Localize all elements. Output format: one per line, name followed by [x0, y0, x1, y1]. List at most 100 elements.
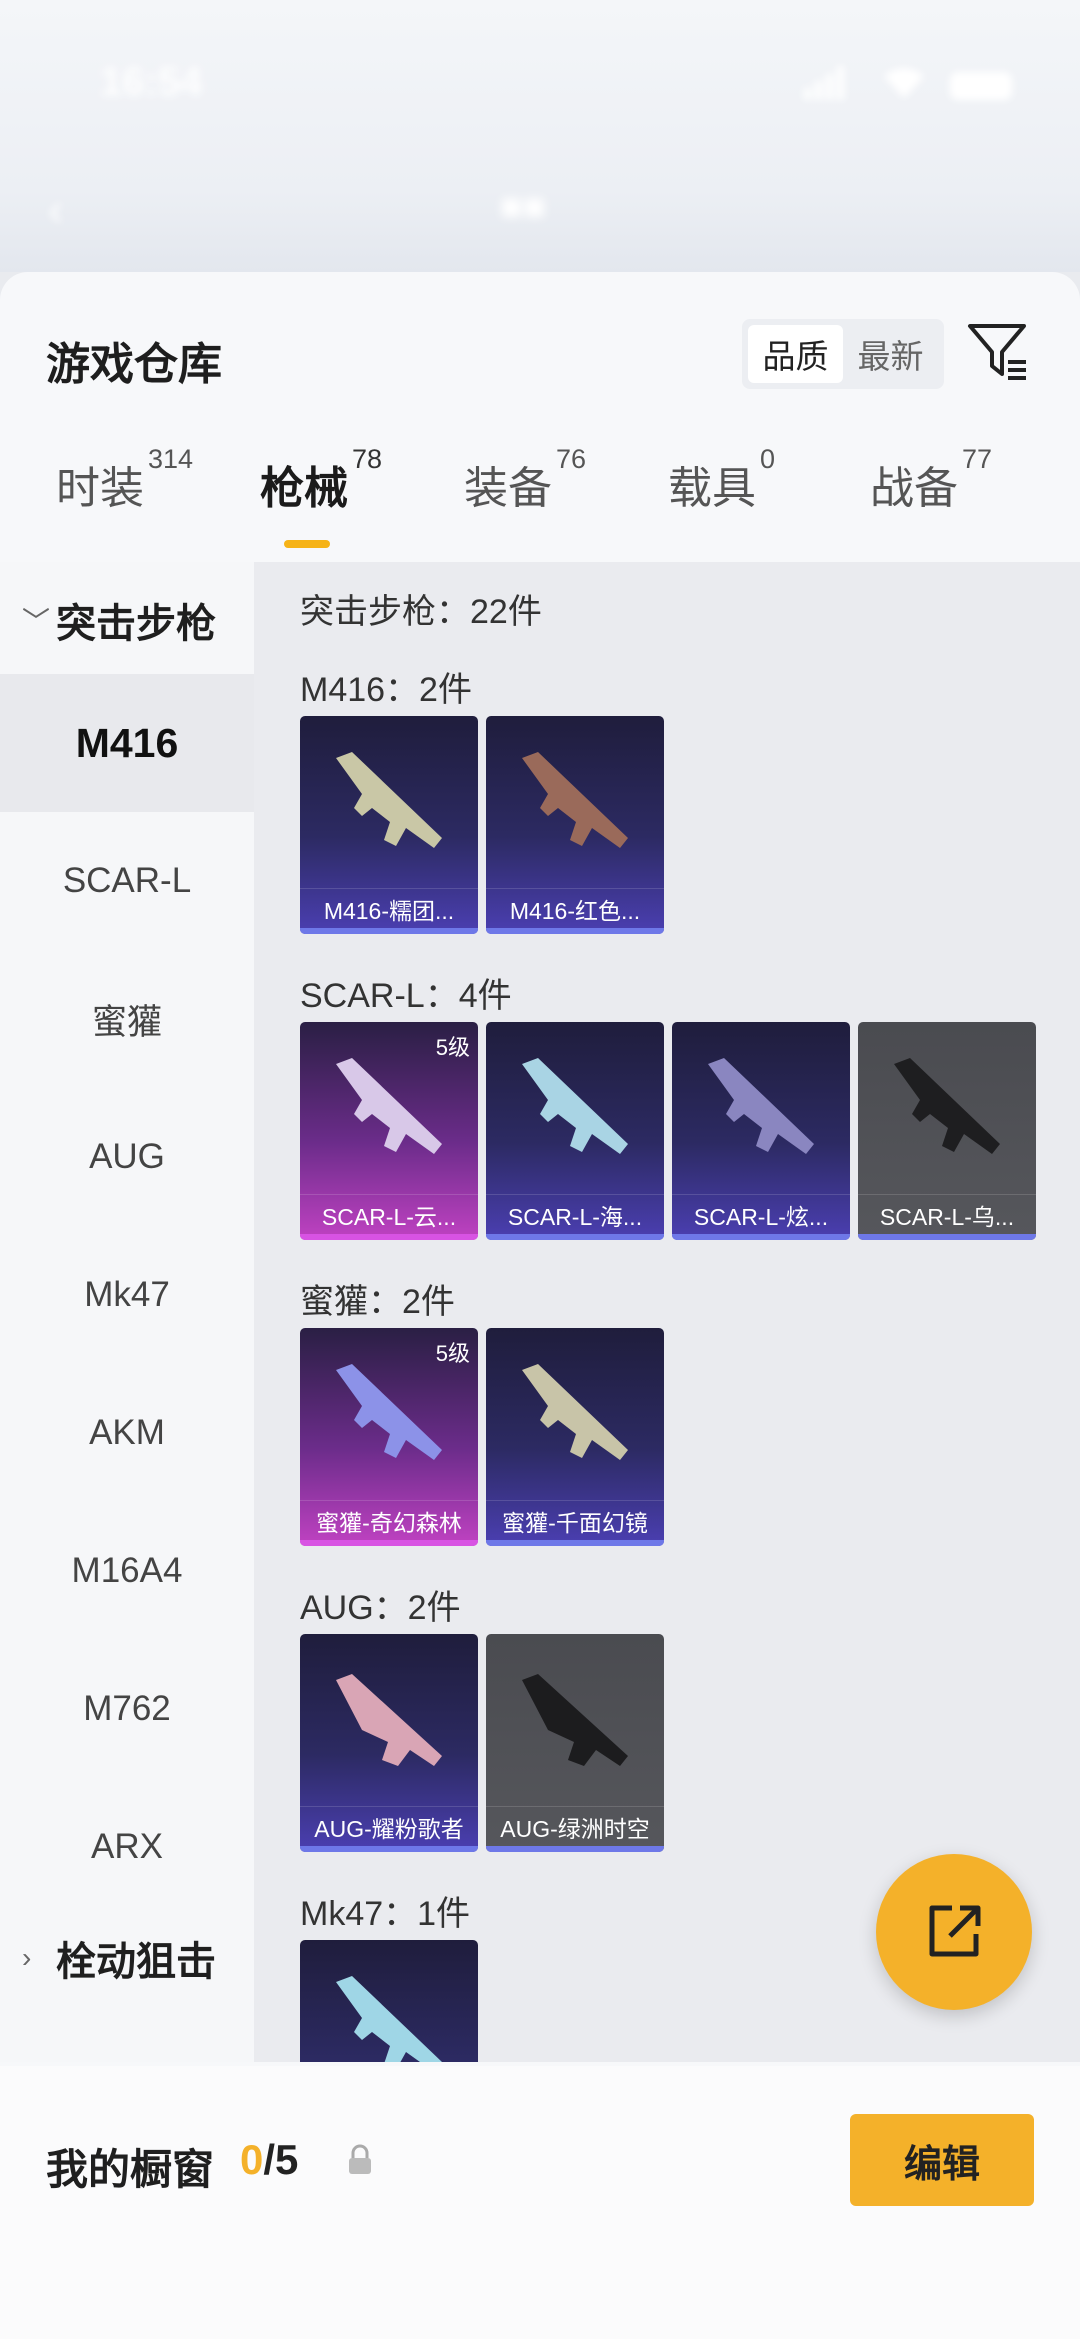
group-title: AUG：2件: [300, 1589, 461, 1627]
rifle-icon: [336, 1976, 442, 2062]
rarity-bar: [486, 1540, 664, 1546]
sidebar-item-m416[interactable]: M416: [0, 674, 254, 812]
rarity-bar: [300, 1846, 478, 1852]
weapon-card[interactable]: [300, 1940, 478, 2062]
rifle-icon: [336, 752, 442, 848]
sidebar-item-arx[interactable]: ARX: [0, 1778, 254, 1916]
sidebar-item-honey-badger[interactable]: 蜜獾: [0, 950, 254, 1088]
group-title: SCAR-L：4件: [300, 977, 512, 1015]
weapon-card[interactable]: AUG-耀粉歌者: [300, 1634, 478, 1852]
sort-toggle: 品质 最新: [742, 319, 944, 389]
tab-supplies[interactable]: 战备77: [870, 444, 992, 516]
sheet-title: 游戏仓库: [46, 340, 222, 389]
rarity-bar: [486, 1846, 664, 1852]
tab-count: 78: [352, 444, 383, 474]
chevron-down-icon: ﹀: [22, 606, 51, 637]
tab-label: 战备: [870, 464, 958, 513]
rarity-bar: [300, 928, 478, 934]
weapon-card[interactable]: M416-糯团...: [300, 716, 478, 934]
sidebar-category-label: 栓动狙击: [56, 1940, 216, 1984]
weapon-card[interactable]: 5级 SCAR-L-云...: [300, 1022, 478, 1240]
lock-icon: [349, 2144, 371, 2174]
sidebar-item-scar-l[interactable]: SCAR-L: [0, 812, 254, 950]
rifle-icon: [336, 1674, 442, 1766]
weapon-card-label: AUG-耀粉歌者: [300, 1806, 478, 1846]
showcase-label: 我的橱窗: [46, 2146, 215, 2193]
tab-count: 314: [148, 444, 194, 474]
rarity-bar: [672, 1234, 850, 1240]
weapon-card[interactable]: 5级 蜜獾-奇幻森林: [300, 1328, 478, 1546]
tab-label: 时装: [56, 464, 144, 513]
sort-option-quality[interactable]: 品质: [748, 325, 843, 383]
status-time: 16:54: [100, 60, 203, 104]
weapon-card-label: 蜜獾-千面幻镜: [486, 1500, 664, 1540]
group-title: Mk47：1件: [300, 1895, 471, 1933]
rifle-icon: [894, 1058, 1000, 1154]
weapon-card-label: M416-糯团...: [300, 888, 478, 928]
total-count-title: 突击步枪：22件: [300, 593, 542, 631]
category-tabs: 时装314 枪械78 装备76 载具0 战备77: [0, 444, 1080, 534]
rifle-icon: [336, 1364, 442, 1460]
sidebar-item-akm[interactable]: AKM: [0, 1364, 254, 1502]
tab-label: 枪械: [260, 464, 348, 513]
weapon-card-label: AUG-绿洲时空: [486, 1806, 664, 1846]
rarity-bar: [858, 1234, 1036, 1240]
weapon-card[interactable]: 蜜獾-千面幻镜: [486, 1328, 664, 1546]
tab-vehicles[interactable]: 载具0: [668, 444, 775, 516]
blurred-background-header: 16:54 ‹ ■■: [0, 0, 1080, 272]
rarity-bar: [486, 1234, 664, 1240]
group-title: M416：2件: [300, 671, 472, 709]
rifle-icon: [522, 752, 628, 848]
share-button[interactable]: [876, 1854, 1032, 2010]
sort-option-latest[interactable]: 最新: [843, 325, 938, 383]
rifle-icon: [708, 1058, 814, 1154]
warehouse-sheet: 游戏仓库 品质 最新 时装314 枪械78 装备76 载具0 战备77 ﹀ 突击…: [0, 272, 1080, 2339]
weapon-card-label: SCAR-L-海...: [486, 1194, 664, 1234]
tab-count: 77: [962, 444, 993, 474]
sidebar-category-assault-rifle[interactable]: ﹀ 突击步枪: [22, 590, 216, 650]
tab-fashion[interactable]: 时装314: [56, 444, 193, 516]
signal-icon: [804, 66, 844, 100]
rarity-bar: [300, 1234, 478, 1240]
weapon-card[interactable]: SCAR-L-炫...: [672, 1022, 850, 1240]
showcase-count: 0/5: [240, 2136, 298, 2184]
weapon-type-sidebar: ﹀ 突击步枪 M416 SCAR-L 蜜獾 AUG Mk47 AKM M16A4…: [0, 562, 254, 2062]
weapon-card[interactable]: M416-红色...: [486, 716, 664, 934]
rarity-bar: [300, 1540, 478, 1546]
weapon-grid: 突击步枪：22件 M416：2件 M416-糯团... M416-红色... S…: [254, 562, 1080, 2062]
sidebar-category-bolt-sniper[interactable]: › 栓动狙击: [22, 1928, 216, 1988]
active-tab-indicator: [284, 540, 330, 548]
showcase-current: 0: [240, 2136, 264, 2183]
sidebar-item-m762[interactable]: M762: [0, 1640, 254, 1778]
rifle-icon: [522, 1674, 628, 1766]
rarity-bar: [486, 928, 664, 934]
tab-guns[interactable]: 枪械78: [260, 444, 382, 516]
weapon-card[interactable]: SCAR-L-海...: [486, 1022, 664, 1240]
filter-icon[interactable]: [966, 320, 1030, 384]
weapon-card[interactable]: SCAR-L-乌...: [858, 1022, 1036, 1240]
blurred-page-title: ■■: [500, 186, 546, 228]
share-export-icon: [929, 1905, 981, 1957]
rifle-icon: [336, 1058, 442, 1154]
weapon-card[interactable]: AUG-绿洲时空: [486, 1634, 664, 1852]
tab-label: 装备: [464, 464, 552, 513]
group-title: 蜜獾：2件: [300, 1283, 455, 1321]
tab-count: 0: [760, 444, 776, 474]
sidebar-item-aug[interactable]: AUG: [0, 1088, 254, 1226]
weapon-card-label: M416-红色...: [486, 888, 664, 928]
tab-label: 载具: [668, 464, 756, 513]
wifi-icon: [884, 68, 924, 98]
tab-equipment[interactable]: 装备76: [464, 444, 586, 516]
weapon-card-label: SCAR-L-云...: [300, 1194, 478, 1234]
back-icon[interactable]: ‹: [48, 182, 63, 236]
weapon-card-label: 蜜獾-奇幻森林: [300, 1500, 478, 1540]
sidebar-category-label: 突击步枪: [56, 602, 216, 646]
weapon-card-label: SCAR-L-炫...: [672, 1194, 850, 1234]
showcase-total: /5: [263, 2136, 299, 2183]
sidebar-item-mk47[interactable]: Mk47: [0, 1226, 254, 1364]
sidebar-item-m16a4[interactable]: M16A4: [0, 1502, 254, 1640]
edit-button[interactable]: 编辑: [850, 2114, 1034, 2206]
rifle-icon: [522, 1364, 628, 1460]
showcase-bar: 我的橱窗 0/5 编辑: [0, 2066, 1080, 2339]
tab-count: 76: [556, 444, 587, 474]
